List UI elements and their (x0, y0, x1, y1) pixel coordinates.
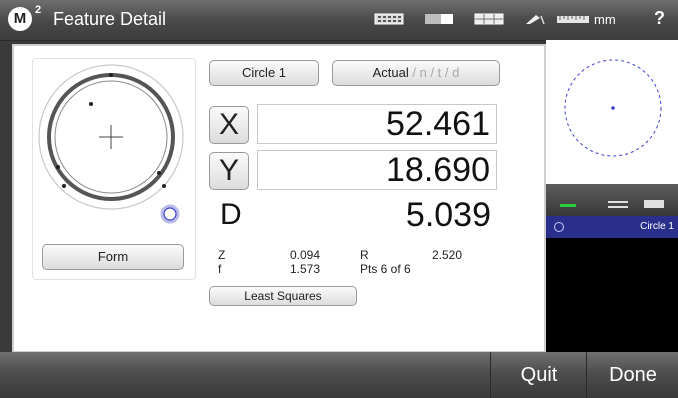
actual-mode-label: Actual (372, 65, 409, 80)
help-button[interactable]: ? (654, 8, 665, 29)
actual-mode-options: / n / t / d (408, 65, 460, 80)
feature-preview[interactable] (546, 40, 678, 184)
y-axis-button[interactable]: Y (209, 152, 249, 190)
app-logo-superscript: 2 (35, 4, 42, 16)
list-view-lines-icon[interactable] (608, 201, 628, 208)
y-value: 18.690 (257, 150, 497, 190)
x-axis-button[interactable]: X (209, 106, 249, 144)
feature-list[interactable] (546, 238, 678, 352)
form-error-label: f (218, 262, 222, 276)
window-title: Feature Detail (53, 9, 167, 29)
actual-mode-button[interactable]: Actual / n / t / d (332, 60, 500, 86)
done-button[interactable]: Done (586, 352, 678, 398)
probe-icon[interactable] (524, 13, 546, 25)
ruler-icon[interactable] (556, 13, 590, 25)
form-button[interactable]: Form (42, 244, 184, 270)
feature-list-row-label: Circle 1 (640, 221, 674, 232)
least-squares-button[interactable]: Least Squares (209, 286, 357, 306)
display-icon[interactable] (424, 13, 454, 25)
app-logo-icon[interactable]: M (8, 7, 32, 31)
z-label: Z (218, 248, 226, 262)
preview-circle-icon (564, 59, 662, 157)
list-view-block-icon[interactable] (644, 200, 664, 208)
quit-button[interactable]: Quit (490, 352, 587, 398)
circle-feature-icon (554, 222, 564, 232)
units-label[interactable]: mm (594, 12, 616, 27)
feature-detail-panel: Form Circle 1 Actual / n / t / d X 52.46… (12, 44, 546, 353)
form-error-value: 1.573 (289, 262, 320, 276)
diameter-label: D (220, 198, 242, 231)
point-marker-icon (160, 204, 180, 224)
keypad-icon[interactable] (374, 13, 404, 25)
x-value: 52.461 (257, 104, 497, 144)
form-plot (38, 64, 184, 224)
feature-list-toolbar (546, 184, 678, 214)
radius-label: R (360, 248, 369, 262)
radius-value: 2.520 (431, 248, 462, 262)
grid-icon[interactable] (474, 13, 504, 25)
diameter-value: 5.039 (405, 196, 491, 234)
list-view-green-icon[interactable] (560, 204, 576, 207)
z-value: 0.094 (289, 248, 320, 262)
points-count: Pts 6 of 6 (360, 262, 411, 276)
feature-name-button[interactable]: Circle 1 (209, 60, 319, 86)
